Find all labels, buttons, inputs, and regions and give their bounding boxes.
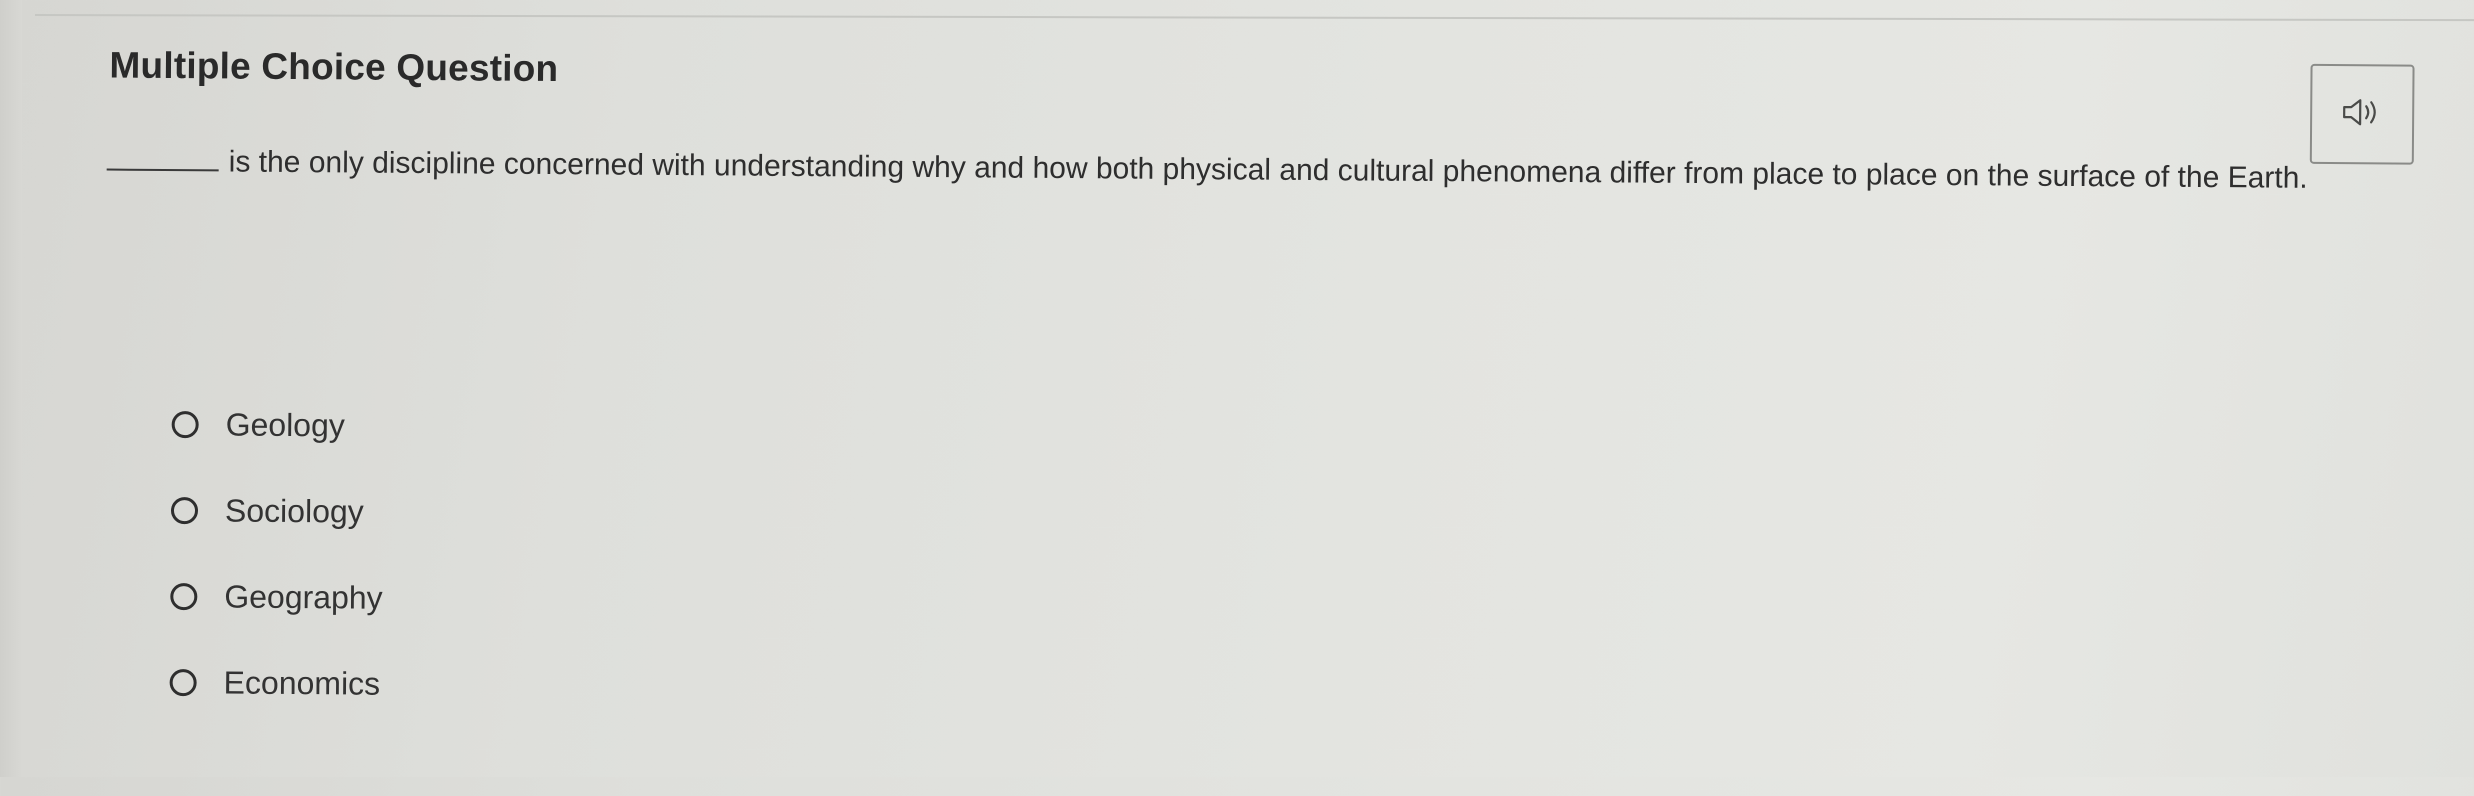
option-label: Economics [223,663,381,702]
option-geography[interactable]: Geography [170,568,383,626]
question-card: Multiple Choice Question is the only dis… [34,0,2474,796]
option-label: Geography [224,577,383,616]
option-label: Geology [225,405,346,443]
prompt-text: is the only discipline concerned with un… [228,145,2308,195]
answer-blank [106,146,219,172]
answer-options: Geology Sociology Geography Economics [169,396,384,742]
radio-button[interactable] [170,582,198,610]
option-sociology[interactable]: Sociology [170,482,384,540]
option-geology[interactable]: Geology [171,396,384,454]
option-economics[interactable]: Economics [169,654,382,712]
radio-button[interactable] [169,668,197,696]
option-label: Sociology [224,491,364,530]
radio-button[interactable] [170,496,199,524]
read-aloud-button[interactable] [2309,63,2415,165]
question-heading: Multiple Choice Question [109,44,559,90]
speaker-icon [2340,95,2384,134]
left-border [0,0,22,777]
radio-button[interactable] [171,410,199,438]
question-prompt: is the only discipline concerned with un… [106,141,2437,200]
